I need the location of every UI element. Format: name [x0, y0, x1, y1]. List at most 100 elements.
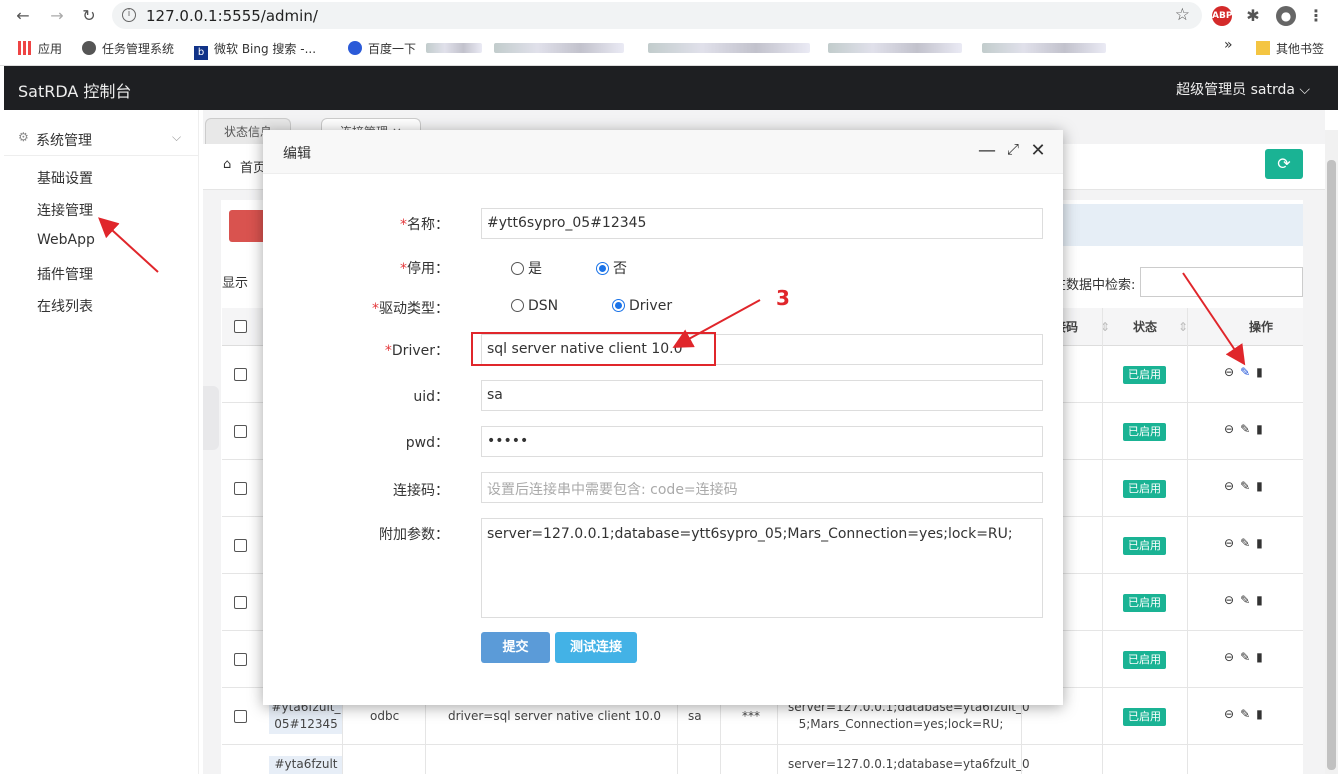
- bookmark-bing[interactable]: b 微软 Bing 搜索 -...: [194, 40, 316, 60]
- url-text[interactable]: 127.0.0.1:5555/admin/: [146, 7, 318, 25]
- disable-no-radio[interactable]: 否: [596, 258, 627, 278]
- edit-icon[interactable]: ✎: [1240, 479, 1256, 493]
- address-bar[interactable]: i 127.0.0.1:5555/admin/ ☆: [112, 2, 1202, 29]
- status-badge: 已启用: [1123, 366, 1166, 384]
- row-checkbox[interactable]: [234, 425, 247, 438]
- bookmark-apps[interactable]: 应用: [18, 40, 62, 57]
- disable-icon[interactable]: ⊖: [1224, 707, 1240, 721]
- close-icon[interactable]: ✕: [1028, 140, 1048, 161]
- test-connection-button[interactable]: 测试连接: [555, 632, 637, 663]
- label-text: Driver：: [391, 343, 449, 359]
- reload-icon[interactable]: ↻: [78, 5, 100, 27]
- bookmark-other[interactable]: 其他书签: [1256, 40, 1324, 57]
- edit-icon[interactable]: ✎: [1240, 650, 1256, 664]
- radio-label: 否: [613, 261, 627, 277]
- sidebar-item-basic[interactable]: 基础设置: [37, 168, 93, 188]
- uid-input[interactable]: sa: [481, 380, 1043, 411]
- trash-icon[interactable]: ▮: [1256, 536, 1269, 550]
- home-icon: ⌂: [223, 157, 232, 172]
- select-all-checkbox[interactable]: [234, 320, 247, 333]
- user-menu[interactable]: 超级管理员 satrda ⌵: [1176, 79, 1310, 99]
- edit-icon[interactable]: ✎: [1240, 365, 1256, 379]
- show-label: 显示: [222, 276, 249, 291]
- edit-icon[interactable]: ✎: [1240, 593, 1256, 607]
- blurred-bookmark[interactable]: [494, 43, 624, 53]
- trash-icon[interactable]: ▮: [1256, 422, 1269, 436]
- annotation-number-2: 2: [1161, 243, 1175, 267]
- radio-circle[interactable]: [612, 299, 625, 312]
- refresh-button[interactable]: ⟳: [1265, 149, 1303, 179]
- disable-icon[interactable]: ⊖: [1224, 536, 1240, 550]
- table-search-input[interactable]: [1140, 267, 1303, 297]
- radio-circle[interactable]: [511, 299, 524, 312]
- row-actions: ⊖✎▮: [1224, 479, 1269, 493]
- conn-code-input[interactable]: 设置后连接串中需要包含: code=连接码: [481, 472, 1043, 503]
- sidebar-item-webapp[interactable]: WebApp: [37, 232, 95, 248]
- row-checkbox[interactable]: [234, 710, 247, 723]
- params-textarea[interactable]: server=127.0.0.1;database=ytt6sypro_05;M…: [481, 518, 1043, 618]
- sidebar-group-label: 系统管理: [36, 133, 92, 149]
- trash-icon[interactable]: ▮: [1256, 479, 1269, 493]
- row-checkbox[interactable]: [234, 653, 247, 666]
- profile-icon[interactable]: ●: [1276, 6, 1296, 26]
- chevron-down-icon: ⌵: [172, 130, 182, 144]
- disable-icon[interactable]: ⊖: [1224, 479, 1240, 493]
- sidebar-group-system[interactable]: ⚙ 系统管理 ⌵: [4, 110, 198, 156]
- blurred-bookmark[interactable]: [426, 43, 482, 53]
- driver-type-dsn-radio[interactable]: DSN: [511, 298, 558, 314]
- edit-icon[interactable]: ✎: [1240, 422, 1256, 436]
- radio-circle[interactable]: [511, 262, 524, 275]
- maximize-icon[interactable]: ⤢: [1003, 140, 1023, 158]
- edit-icon[interactable]: ✎: [1240, 707, 1256, 721]
- bookmark-label: 微软 Bing 搜索 -...: [214, 42, 317, 56]
- driver-type-driver-radio[interactable]: Driver: [612, 298, 672, 314]
- row-checkbox[interactable]: [234, 368, 247, 381]
- extensions-icon[interactable]: ✱: [1243, 6, 1263, 26]
- name-input[interactable]: #ytt6sypro_05#12345: [481, 208, 1043, 239]
- sidebar-toggle-handle[interactable]: [203, 386, 219, 450]
- header-status[interactable]: 状态: [1133, 319, 1157, 336]
- trash-icon[interactable]: ▮: [1256, 593, 1269, 607]
- radio-circle[interactable]: [596, 262, 609, 275]
- blurred-bookmark[interactable]: [648, 43, 810, 53]
- minimize-icon[interactable]: —: [977, 140, 997, 161]
- disable-icon[interactable]: ⊖: [1224, 422, 1240, 436]
- annotation-number-1: 1: [163, 262, 177, 286]
- annotation-highlight-box: [471, 332, 716, 366]
- row-checkbox[interactable]: [234, 539, 247, 552]
- disable-icon[interactable]: ⊖: [1224, 593, 1240, 607]
- row-checkbox[interactable]: [234, 482, 247, 495]
- bookmark-baidu[interactable]: 百度一下: [348, 40, 416, 57]
- sidebar-item-connections[interactable]: 连接管理: [37, 200, 93, 220]
- status-badge: 已启用: [1123, 423, 1166, 441]
- disable-icon[interactable]: ⊖: [1224, 650, 1240, 664]
- column-divider: [1187, 308, 1188, 774]
- bookmark-star-icon[interactable]: ☆: [1175, 5, 1190, 25]
- submit-button[interactable]: 提交: [481, 632, 550, 663]
- pwd-label: pwd：: [405, 435, 449, 451]
- conn-code-label: 连接码：: [393, 483, 449, 499]
- row-checkbox[interactable]: [234, 596, 247, 609]
- sidebar-item-plugins[interactable]: 插件管理: [37, 264, 93, 284]
- bookmark-task-system[interactable]: 任务管理系统: [82, 40, 174, 57]
- menu-icon[interactable]: ⋮: [1306, 6, 1326, 26]
- disable-icon[interactable]: ⊖: [1224, 365, 1240, 379]
- blurred-bookmark[interactable]: [982, 43, 1106, 53]
- trash-icon[interactable]: ▮: [1256, 365, 1269, 379]
- edit-icon[interactable]: ✎: [1240, 536, 1256, 550]
- adblock-icon[interactable]: ABP: [1212, 6, 1232, 26]
- back-icon[interactable]: ←: [12, 5, 34, 27]
- browser-chrome: ← → ↻ i 127.0.0.1:5555/admin/ ☆ ABP ✱ ● …: [0, 0, 1338, 66]
- disable-yes-radio[interactable]: 是: [511, 258, 542, 278]
- scrollbar-thumb[interactable]: [1327, 160, 1336, 770]
- trash-icon[interactable]: ▮: [1256, 650, 1269, 664]
- more-bookmarks-icon[interactable]: »: [1224, 37, 1233, 53]
- bookmark-label: 应用: [38, 42, 63, 56]
- trash-icon[interactable]: ▮: [1256, 707, 1269, 721]
- site-info-icon[interactable]: i: [122, 8, 136, 22]
- sidebar-item-online[interactable]: 在线列表: [37, 296, 93, 316]
- sidebar: ⚙ 系统管理 ⌵ 基础设置 连接管理 WebApp 插件管理 在线列表: [4, 110, 199, 774]
- forward-icon[interactable]: →: [46, 5, 68, 27]
- pwd-input[interactable]: •••••: [481, 426, 1043, 457]
- blurred-bookmark[interactable]: [828, 43, 962, 53]
